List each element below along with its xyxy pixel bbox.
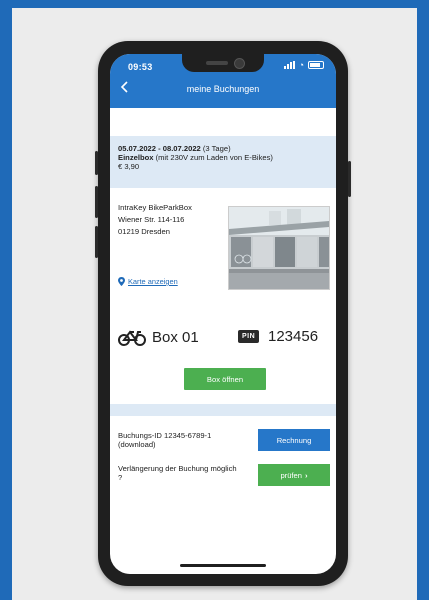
home-indicator xyxy=(180,564,266,567)
pin-badge: PIN xyxy=(238,330,260,343)
invoice-button[interactable]: Rechnung xyxy=(258,429,330,451)
camera-icon xyxy=(234,58,245,69)
status-icons: ◔ xyxy=(283,60,324,70)
check-button-label: prüfen xyxy=(280,470,302,480)
bike-icon xyxy=(118,330,146,346)
chevron-right-icon: › xyxy=(305,470,308,480)
power-button xyxy=(348,161,351,197)
extension-text: Verlängerung der Buchung möglich ? xyxy=(118,464,237,482)
booking-summary: 05.07.2022 - 08.07.2022 (3 Tage) Einzelb… xyxy=(110,136,336,188)
box-label: Box 01 xyxy=(152,328,199,346)
volume-button xyxy=(95,226,98,258)
battery-icon xyxy=(308,61,324,69)
booking-duration: (3 Tage) xyxy=(202,144,231,153)
volume-button xyxy=(95,151,98,175)
booking-price: € 3,90 xyxy=(118,162,140,171)
speaker xyxy=(206,61,228,65)
volume-button xyxy=(95,186,98,218)
box-number-row: Box 01 xyxy=(118,328,199,346)
section-divider xyxy=(110,404,336,416)
notch xyxy=(182,54,264,72)
phone-frame: 09:53 ◔ meine Buchungen 05.07.2022 - 08.… xyxy=(95,41,351,586)
box-type-note: (mit 230V zum Laden von E-Bikes) xyxy=(155,153,273,162)
signal-icon xyxy=(283,61,295,69)
check-button[interactable]: prüfen › xyxy=(258,464,330,486)
map-link-label: Karte anzeigen xyxy=(128,277,178,286)
bikebox-photo xyxy=(228,206,330,290)
location-city: 01219 Dresden xyxy=(118,227,170,236)
pin-code: 123456 xyxy=(268,328,319,345)
open-box-button[interactable]: Box öffnen xyxy=(184,368,266,390)
location-name: IntraKey BikeParkBox xyxy=(118,203,192,212)
booking-id-text: Buchungs-ID 12345-6789-1 (download) xyxy=(118,431,212,449)
status-time: 09:53 xyxy=(128,62,153,72)
wifi-icon: ◔ xyxy=(298,60,304,70)
box-type: Einzelbox xyxy=(118,153,154,162)
app-screen: 09:53 ◔ meine Buchungen 05.07.2022 - 08.… xyxy=(110,54,336,574)
map-link[interactable]: Karte anzeigen xyxy=(118,277,178,286)
background-panel: 09:53 ◔ meine Buchungen 05.07.2022 - 08.… xyxy=(12,8,417,600)
location-address: IntraKey BikeParkBox Wiener Str. 114-116… xyxy=(118,202,192,238)
page-title: meine Buchungen xyxy=(186,84,260,94)
location-street: Wiener Str. 114-116 xyxy=(118,215,185,224)
booking-dates: 05.07.2022 - 08.07.2022 xyxy=(118,144,201,153)
map-pin-icon xyxy=(118,277,125,286)
